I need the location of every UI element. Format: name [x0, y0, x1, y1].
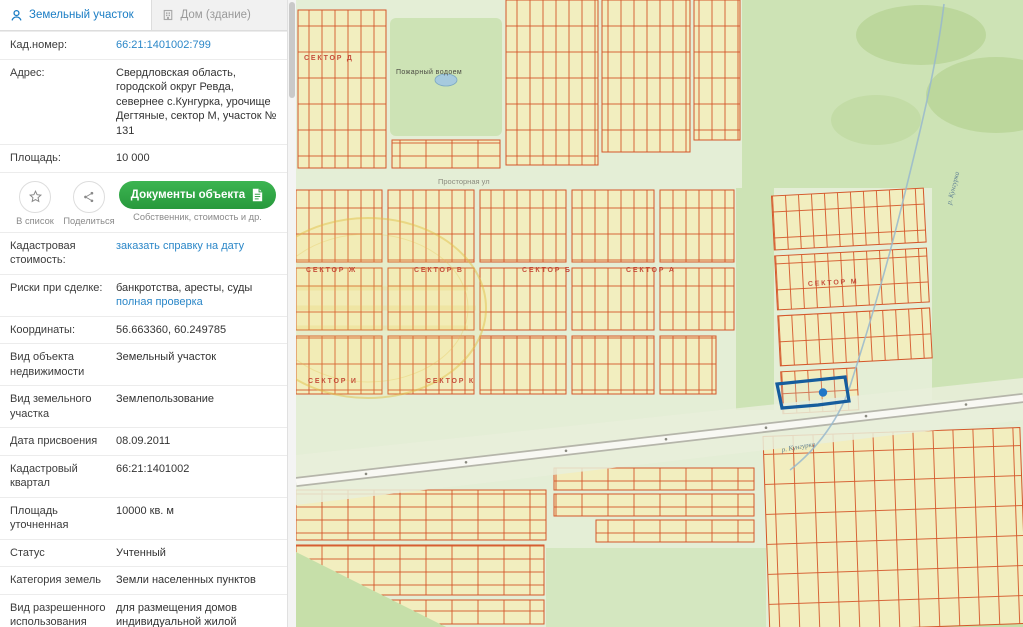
field-deal-risks-label: Риски при сделке:: [10, 281, 116, 310]
tab-land-label: Земельный участок: [29, 9, 134, 21]
field-refined-area-label: Площадь уточненная: [10, 504, 116, 533]
field-permitted-use-label: Вид разрешенного использования: [10, 601, 116, 627]
share-label: Поделиться: [62, 216, 116, 226]
field-object-type: Вид объекта недвижимости Земельный участ…: [0, 343, 287, 385]
field-refined-area-value: 10000 кв. м: [116, 504, 277, 533]
field-deal-risks-value: банкротства, аресты, суды: [116, 282, 252, 294]
map-label-sector-d: СЕКТОР Д: [304, 55, 354, 62]
field-object-type-label: Вид объекта недвижимости: [10, 350, 116, 379]
map-label-sector-a: СЕКТОР А: [626, 267, 676, 274]
panel-scrollbar-thumb[interactable]: [289, 2, 295, 98]
map-label-sector-i: СЕКТОР И: [308, 378, 358, 385]
add-to-list-button[interactable]: В список: [8, 181, 62, 226]
parcel-marker-dot: [819, 388, 827, 396]
field-assignment-date: Дата присвоения 08.09.2011: [0, 427, 287, 455]
field-address: Адрес: Свердловская область, городской о…: [0, 59, 287, 145]
field-permitted-use-value: для размещения домов индивидуальной жило…: [116, 601, 277, 627]
actions-bar: В список Поделиться Документы объекта: [0, 172, 287, 232]
field-parcel-type-value: Землепользование: [116, 392, 277, 421]
field-cad-number-label: Кад.номер:: [10, 38, 116, 53]
add-to-list-label: В список: [8, 216, 62, 226]
field-cadastral-block-value: 66:21:1401002: [116, 462, 277, 491]
field-parcel-type-label: Вид земельного участка: [10, 392, 116, 421]
field-assignment-date-value: 08.09.2011: [116, 434, 277, 449]
field-deal-risks: Риски при сделке: банкротства, аресты, с…: [0, 274, 287, 316]
panel-scrollbar-track[interactable]: [288, 0, 296, 627]
field-coordinates-label: Координаты:: [10, 323, 116, 338]
field-status: Статус Учтенный: [0, 539, 287, 567]
field-cadastral-block-label: Кадастровый квартал: [10, 462, 116, 491]
documents-subtitle: Собственник, стоимость и др.: [116, 212, 279, 222]
map-label-sector-zh: СЕКТОР Ж: [306, 267, 357, 274]
selected-parcel-outline[interactable]: [777, 377, 849, 408]
field-coordinates-value: 56.663360, 60.249785: [116, 323, 277, 338]
field-cad-number-value: 66:21:1401002:799: [116, 38, 277, 53]
field-coordinates: Координаты: 56.663360, 60.249785: [0, 316, 287, 344]
tab-house-building[interactable]: Дом (здание): [151, 0, 287, 30]
tab-house-label: Дом (здание): [180, 9, 250, 21]
field-status-label: Статус: [10, 546, 116, 561]
field-land-category: Категория земель Земли населенных пункто…: [0, 566, 287, 594]
map-label-sector-b: СЕКТОР Б: [522, 267, 572, 274]
cadastral-map[interactable]: СЕКТОР Д Пожарный водоем Просторная ул С…: [296, 0, 1023, 627]
map-label-sector-k: СЕКТОР К: [426, 378, 475, 385]
field-area: Площадь: 10 000: [0, 144, 287, 172]
documents-block: Документы объекта Собственник, стоимость…: [116, 181, 279, 222]
field-address-value: Свердловская область, городской округ Ре…: [116, 66, 277, 139]
building-icon: [162, 9, 174, 21]
field-object-type-value: Земельный участок: [116, 350, 277, 379]
field-cadastral-block: Кадастровый квартал 66:21:1401002: [0, 455, 287, 497]
field-land-category-value: Земли населенных пунктов: [116, 573, 277, 588]
map-label-pond: Пожарный водоем: [396, 68, 462, 76]
object-documents-label: Документы объекта: [131, 189, 245, 201]
field-assignment-date-label: Дата присвоения: [10, 434, 116, 449]
app-window: Земельный участок Дом (здание) Кад.номер…: [0, 0, 1023, 627]
field-address-label: Адрес:: [10, 66, 116, 139]
field-area-value: 10 000: [116, 151, 277, 166]
field-cad-number: Кад.номер: 66:21:1401002:799: [0, 31, 287, 59]
field-parcel-type: Вид земельного участка Землепользование: [0, 385, 287, 427]
field-cadastral-cost: Кадастровая стоимость: заказать справку …: [0, 232, 287, 274]
full-check-link[interactable]: полная проверка: [116, 295, 203, 310]
object-documents-button[interactable]: Документы объекта: [119, 181, 276, 209]
tab-land-parcel[interactable]: Земельный участок: [0, 0, 151, 30]
field-status-value: Учтенный: [116, 546, 277, 561]
map-label-sector-v: СЕКТОР В: [414, 267, 464, 274]
share-button[interactable]: Поделиться: [62, 181, 116, 226]
field-cadastral-cost-label: Кадастровая стоимость:: [10, 239, 116, 268]
share-icon: [73, 181, 105, 213]
object-info-panel: Земельный участок Дом (здание) Кад.номер…: [0, 0, 288, 627]
star-icon: [19, 181, 51, 213]
field-land-category-label: Категория земель: [10, 573, 116, 588]
field-permitted-use: Вид разрешенного использования для разме…: [0, 594, 287, 627]
map-label-street: Просторная ул: [438, 177, 490, 186]
document-icon: [251, 188, 264, 202]
object-tabs: Земельный участок Дом (здание): [0, 0, 287, 31]
field-refined-area: Площадь уточненная 10000 кв. м: [0, 497, 287, 539]
field-area-label: Площадь:: [10, 151, 116, 166]
map-viewport: СЕКТОР Д Пожарный водоем Просторная ул С…: [296, 0, 1023, 627]
order-certificate-link[interactable]: заказать справку на дату: [116, 239, 244, 254]
parcel-blocks-top: [298, 0, 740, 168]
parcel-blocks-bottom-right: [763, 428, 1023, 627]
person-icon: [10, 9, 23, 22]
